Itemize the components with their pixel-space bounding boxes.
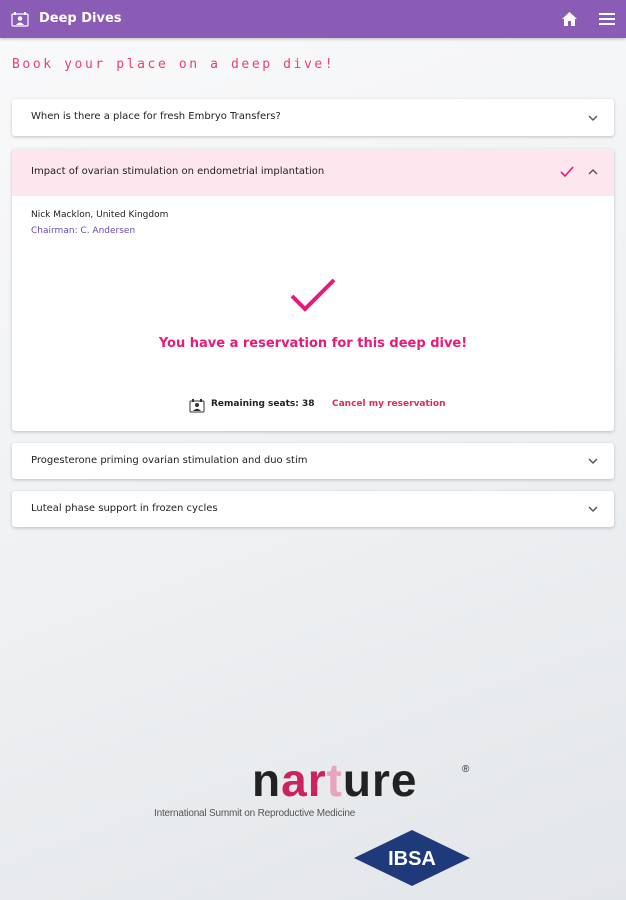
- page-subtitle: Book your place on a deep dive!: [12, 57, 336, 72]
- session-title: Progesterone priming ovarian stimulation…: [31, 455, 308, 466]
- seats-row: Remaining seats: 38 Cancel my reservatio…: [189, 398, 489, 414]
- home-icon[interactable]: [561, 11, 578, 27]
- session-title: Luteal phase support in frozen cycles: [31, 503, 218, 514]
- summit-tagline: International Summit on Reproductive Med…: [154, 808, 356, 819]
- chevron-down-icon[interactable]: [588, 458, 598, 465]
- session-card[interactable]: Progesterone priming ovarian stimulation…: [12, 443, 614, 479]
- menu-icon[interactable]: [599, 12, 615, 26]
- chairman-name: Chairman: C. Andersen: [31, 226, 136, 236]
- session-card-expanded: Impact of ovarian stimulation on endomet…: [12, 149, 614, 431]
- chevron-up-icon[interactable]: [588, 168, 598, 175]
- app-bar: Deep Dives: [0, 0, 626, 38]
- page-title: Deep Dives: [39, 11, 122, 26]
- svg-text:narture: narture: [252, 756, 418, 806]
- reservation-message: You have a reservation for this deep div…: [158, 336, 468, 351]
- chevron-down-icon[interactable]: [588, 115, 598, 122]
- chevron-down-icon[interactable]: [588, 506, 598, 513]
- session-title: When is there a place for fresh Embryo T…: [31, 111, 281, 122]
- reservation-check-icon: [290, 278, 336, 312]
- narture-logo: narture ®: [252, 756, 470, 806]
- ibsa-wordmark: IBSA: [388, 848, 436, 870]
- speaker-name: Nick Macklon, United Kingdom: [31, 210, 169, 220]
- ibsa-logo: IBSA: [354, 830, 470, 886]
- app-logo-icon: [11, 12, 29, 27]
- session-title: Impact of ovarian stimulation on endomet…: [31, 166, 325, 177]
- session-card[interactable]: Luteal phase support in frozen cycles: [12, 491, 614, 527]
- session-card[interactable]: When is there a place for fresh Embryo T…: [12, 99, 614, 136]
- cancel-reservation-button[interactable]: Cancel my reservation: [332, 399, 445, 409]
- remaining-seats: Remaining seats: 38: [211, 399, 315, 409]
- session-header[interactable]: Impact of ovarian stimulation on endomet…: [12, 149, 614, 196]
- seat-icon: [189, 399, 205, 413]
- registered-mark: ®: [462, 764, 470, 775]
- check-icon: [560, 166, 574, 178]
